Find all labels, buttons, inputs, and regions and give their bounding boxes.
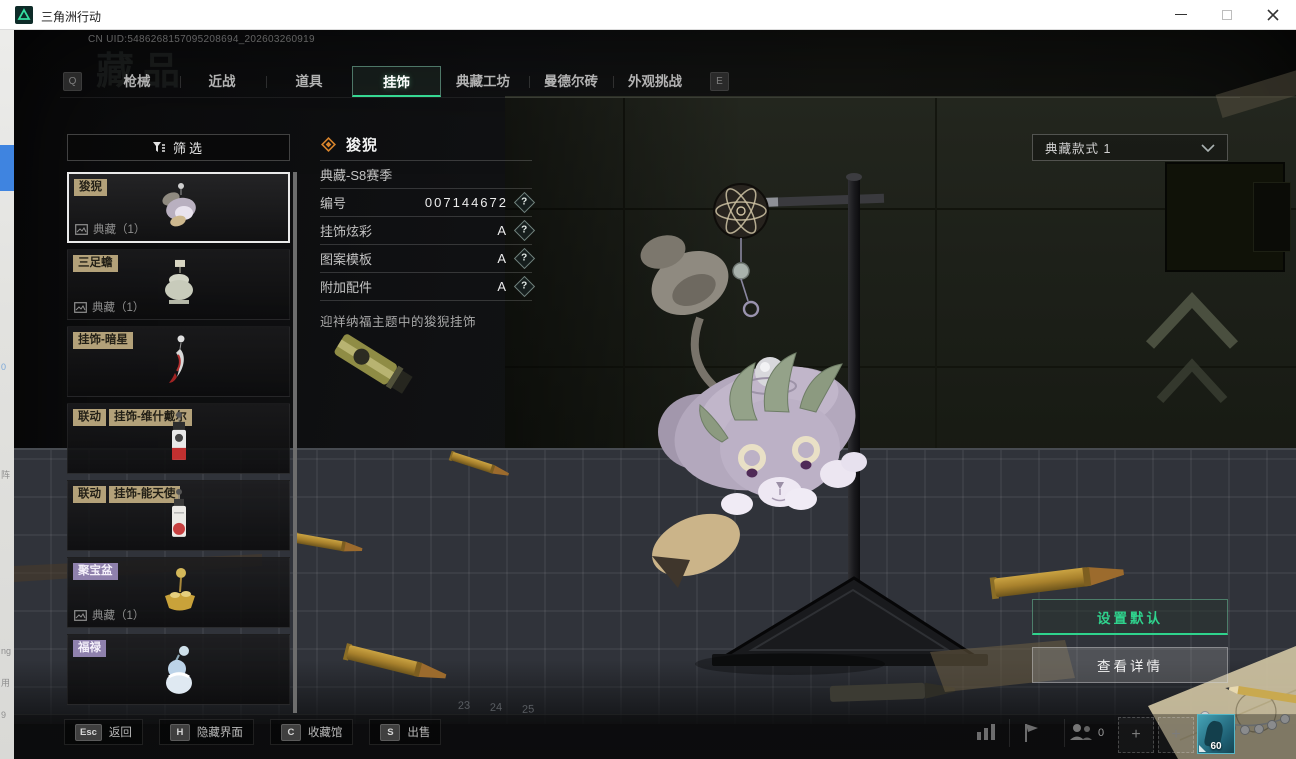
list-scrollbar[interactable] bbox=[293, 172, 297, 713]
collection-count: 典藏（1） bbox=[74, 299, 144, 315]
minimize-icon bbox=[1175, 14, 1187, 15]
detail-panel: 狻猊 典藏-S8赛季 编号 007144672 ? 挂饰炫彩 A ? 图案模板 … bbox=[320, 128, 536, 330]
edge-text-fragment: 阵 bbox=[1, 470, 11, 480]
edge-text-fragment: 用 bbox=[1, 678, 11, 688]
tab-mandel-brick[interactable]: 曼德尔砖 bbox=[530, 66, 612, 97]
thumbnail-treasure-bowl bbox=[164, 567, 195, 610]
season-label: 典藏-S8赛季 bbox=[320, 168, 393, 183]
close-button[interactable] bbox=[1250, 0, 1296, 29]
hotkey-hide-ui[interactable]: H 隐藏界面 bbox=[158, 719, 254, 745]
collab-badge: 联动 bbox=[73, 486, 106, 503]
edge-text-fragment: 9 bbox=[1, 710, 7, 720]
stats-icon[interactable] bbox=[975, 722, 999, 742]
thumbnail-suanni bbox=[161, 182, 196, 226]
funnel-icon bbox=[152, 142, 165, 152]
close-icon bbox=[1267, 8, 1279, 21]
crate-latch bbox=[1253, 182, 1291, 252]
app-window: 0 阵 ng 用 9 三角洲行动 23 24 25 藏品 CN UID:5486… bbox=[0, 0, 1296, 759]
collection-count: 典藏（1） bbox=[75, 221, 145, 237]
social-people-icon[interactable] bbox=[1068, 722, 1094, 742]
view-details-button[interactable]: 查看详情 bbox=[1032, 647, 1228, 683]
window-title: 三角洲行动 bbox=[41, 10, 102, 24]
help-badge[interactable]: ? bbox=[513, 247, 536, 270]
list-item-toad[interactable]: 三足蟾 典藏（1） bbox=[67, 249, 290, 320]
tab-firearms[interactable]: 枪械 bbox=[104, 66, 170, 97]
tab-appearance-challenge[interactable]: 外观挑战 bbox=[614, 66, 696, 97]
edge-text-fragment: 0 bbox=[1, 362, 7, 372]
filter-label: 筛选 bbox=[172, 141, 205, 156]
add-slot-button[interactable]: + bbox=[1158, 717, 1194, 753]
background-window-sliver: 0 阵 ng 用 9 bbox=[0, 30, 14, 759]
tab-gadgets[interactable]: 道具 bbox=[276, 66, 342, 97]
serial-value: 007144672 bbox=[424, 195, 508, 210]
style-dropdown-value: 典藏款式 1 bbox=[1045, 142, 1112, 156]
list-item-dark-star[interactable]: 挂饰-暗星 bbox=[67, 326, 290, 397]
friends-count: 0 bbox=[1098, 727, 1105, 739]
background-selection-band bbox=[0, 145, 14, 191]
maximize-icon bbox=[1222, 9, 1232, 20]
prev-tab-keycap[interactable]: Q bbox=[63, 72, 82, 91]
hotkey-collection-hall[interactable]: C 收藏馆 bbox=[269, 719, 354, 745]
collection-count: 典藏（1） bbox=[74, 607, 144, 623]
list-item-treasure-bowl[interactable]: 聚宝盆 典藏（1） bbox=[67, 557, 290, 628]
thumbnail-dark-star bbox=[168, 334, 184, 383]
help-badge[interactable]: ? bbox=[513, 219, 536, 242]
avatar-level: 60 bbox=[1210, 741, 1222, 752]
scrollbar-thumb[interactable] bbox=[293, 172, 297, 713]
maximize-button[interactable] bbox=[1204, 0, 1250, 29]
tab-collection-workshop[interactable]: 典藏工坊 bbox=[442, 66, 524, 97]
detail-title: 狻猊 bbox=[346, 136, 379, 154]
detail-description: 迎祥纳福主题中的狻猊挂饰 bbox=[320, 315, 477, 329]
style-dropdown[interactable]: 典藏款式 1 bbox=[1032, 134, 1228, 161]
uid-text: CN UID:5486268157095208694_202603260919 bbox=[88, 34, 315, 45]
collab-badge: 联动 bbox=[73, 409, 106, 426]
app-logo-icon bbox=[15, 6, 33, 24]
list-item-fulu[interactable]: 福禄 bbox=[67, 634, 290, 705]
minimize-button[interactable] bbox=[1158, 0, 1204, 29]
detail-row-serial: 编号 007144672 ? bbox=[320, 189, 536, 217]
frame-icon bbox=[75, 223, 88, 235]
help-badge[interactable]: ? bbox=[513, 191, 536, 214]
list-item-exusiai[interactable]: 联动 挂饰-能天使 bbox=[67, 480, 290, 551]
thumbnail-wisadel bbox=[171, 411, 186, 460]
detail-row-colorway: 挂饰炫彩 A ? bbox=[320, 217, 536, 245]
hotkey-bar: Esc 返回 H 隐藏界面 C 收藏馆 S 出售 bbox=[64, 719, 442, 745]
set-default-button[interactable]: 设置默认 bbox=[1032, 599, 1228, 635]
filter-button[interactable]: 筛选 bbox=[67, 134, 290, 161]
tab-melee[interactable]: 近战 bbox=[189, 66, 255, 97]
list-item-wisadel[interactable]: 联动 挂饰-维什戴尔 bbox=[67, 403, 290, 474]
item-name-tag: 狻猊 bbox=[74, 179, 107, 196]
thumbnail-toad bbox=[164, 259, 193, 304]
frame-icon bbox=[74, 609, 87, 621]
edge-text-fragment: ng bbox=[1, 646, 12, 656]
list-item-suanni[interactable]: 狻猊 典藏（1） bbox=[67, 172, 290, 243]
hotkey-back[interactable]: Esc 返回 bbox=[64, 719, 143, 745]
item-name-tag: 三足蟾 bbox=[73, 255, 118, 272]
thumbnail-fulu bbox=[165, 645, 192, 694]
hotkey-sell[interactable]: S 出售 bbox=[369, 719, 442, 745]
frame-icon bbox=[74, 301, 87, 313]
item-name-tag: 挂饰-暗星 bbox=[73, 332, 133, 349]
chevron-down-icon bbox=[1201, 143, 1215, 152]
add-slot-button[interactable]: + bbox=[1118, 717, 1154, 753]
title-bar: 三角洲行动 bbox=[0, 0, 1296, 30]
orange-diamond-icon bbox=[321, 136, 336, 152]
charm-list: 狻猊 典藏（1） 三足蟾 典藏（1） 挂饰-暗星 联动 挂饰-维什戴尔 联动 挂… bbox=[67, 172, 290, 713]
detail-row-accessory: 附加配件 A ? bbox=[320, 273, 536, 301]
item-name-tag: 聚宝盆 bbox=[73, 563, 118, 580]
report-flag-icon[interactable] bbox=[1022, 722, 1042, 743]
tab-charms[interactable]: 挂饰 bbox=[352, 66, 441, 97]
item-name-tag: 福禄 bbox=[73, 640, 106, 657]
next-tab-keycap[interactable]: E bbox=[710, 72, 729, 91]
thumbnail-exusiai bbox=[171, 488, 186, 537]
help-badge[interactable]: ? bbox=[513, 275, 536, 298]
player-avatar[interactable]: 60 bbox=[1197, 714, 1235, 754]
detail-row-pattern: 图案模板 A ? bbox=[320, 245, 536, 273]
